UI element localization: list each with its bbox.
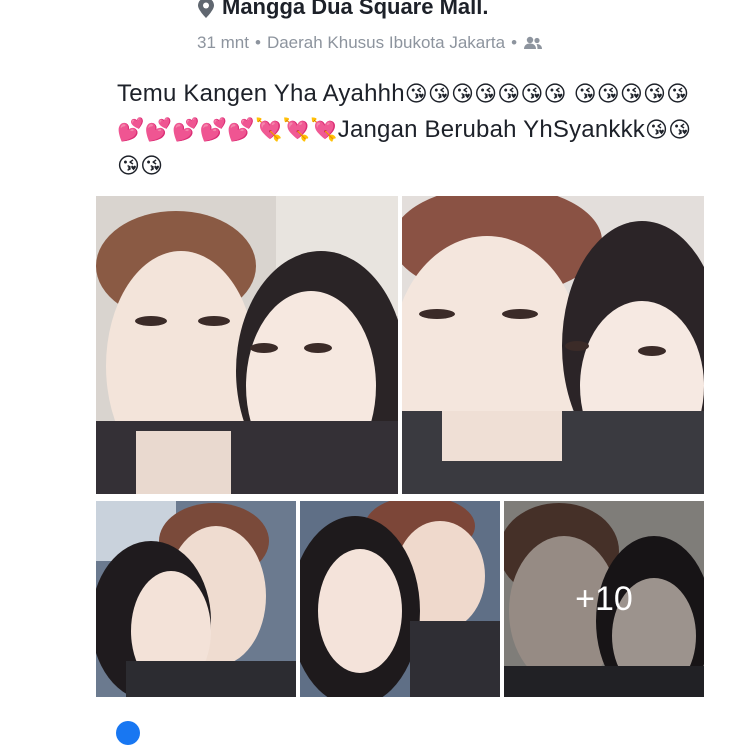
map-pin-icon bbox=[198, 0, 214, 18]
cupid-emoji-group: 💘💘💘 bbox=[254, 118, 338, 143]
more-photos-count: +10 bbox=[575, 579, 633, 618]
post-region: Daerah Khusus Ibukota Jakarta bbox=[266, 33, 506, 52]
post-footer bbox=[0, 712, 735, 745]
photo-1-image bbox=[96, 196, 398, 494]
post-text-part1: Temu Kangen Yha Ayahhh bbox=[117, 80, 405, 107]
location-name[interactable]: Mangga Dua Square Mall. bbox=[222, 0, 489, 20]
photo-more[interactable]: +10 bbox=[504, 501, 704, 697]
photo-4[interactable] bbox=[300, 501, 500, 697]
meta-separator: • bbox=[511, 33, 518, 52]
post-message: Temu Kangen Yha Ayahhh😘😘😘😘😘😘😘 😘😘😘😘😘 💕💕💕💕💕… bbox=[117, 76, 697, 184]
hearts-emoji-group: 💕💕💕💕💕 bbox=[117, 118, 255, 143]
post-time[interactable]: 31 mnt bbox=[197, 33, 249, 53]
photo-4-image bbox=[300, 501, 500, 697]
reactions-icon[interactable] bbox=[116, 721, 140, 745]
kiss-emoji-group: 😘😘😘😘😘😘😘 bbox=[404, 82, 567, 107]
kiss-emoji-group: 😘😘😘😘😘 bbox=[573, 82, 690, 107]
photo-2-image bbox=[402, 196, 704, 494]
post-header: Mangga Dua Square Mall. 31 mnt • Daerah … bbox=[0, 0, 735, 60]
photo-2[interactable] bbox=[402, 196, 704, 494]
more-photos-overlay[interactable]: +10 bbox=[504, 501, 704, 697]
photo-3[interactable] bbox=[96, 501, 296, 697]
photo-3-image bbox=[96, 501, 296, 697]
friends-icon[interactable] bbox=[523, 36, 543, 50]
post-meta: 31 mnt • Daerah Khusus Ibukota Jakarta • bbox=[197, 32, 543, 54]
post-text-part2: Jangan Berubah YhSyankkk bbox=[337, 116, 645, 143]
photo-1[interactable] bbox=[96, 196, 398, 494]
meta-separator: • bbox=[254, 33, 261, 52]
